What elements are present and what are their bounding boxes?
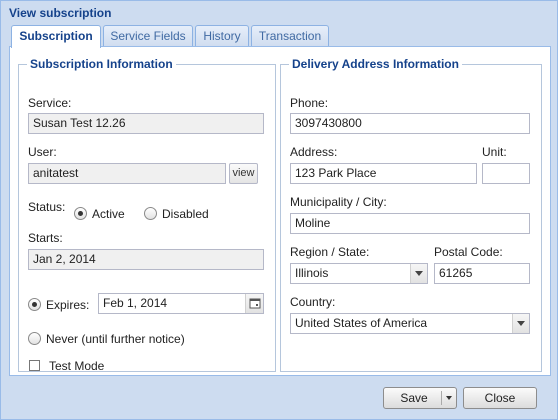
phone-label: Phone:: [290, 96, 329, 110]
subscription-info-group: Subscription Information Service: Susan …: [18, 57, 276, 373]
tab-service-fields[interactable]: Service Fields: [103, 25, 193, 47]
unit-label: Unit:: [482, 145, 507, 159]
expires-date-value: Feb 1, 2014: [103, 296, 168, 310]
tab-panel: Subscription Information Service: Susan …: [9, 46, 551, 376]
country-label: Country:: [290, 295, 336, 309]
test-mode-checkbox[interactable]: [29, 360, 40, 371]
status-disabled-label[interactable]: Disabled: [162, 207, 209, 221]
window-title: View subscription: [9, 6, 112, 20]
starts-label: Starts:: [28, 231, 63, 245]
never-radio[interactable]: [28, 332, 41, 345]
user-field[interactable]: anitatest: [28, 163, 226, 184]
split-divider: [441, 391, 442, 405]
save-button-label: Save: [400, 391, 428, 405]
country-select[interactable]: United States of America: [290, 313, 530, 334]
city-field[interactable]: Moline: [290, 213, 530, 234]
starts-field[interactable]: Jan 2, 2014: [28, 249, 264, 270]
tab-transaction[interactable]: Transaction: [251, 25, 329, 47]
region-select[interactable]: Illinois: [290, 263, 428, 284]
subscription-window: View subscription Subscription Service F…: [0, 0, 558, 420]
close-button[interactable]: Close: [463, 387, 537, 409]
service-label: Service:: [28, 96, 72, 110]
tab-subscription[interactable]: Subscription: [11, 25, 101, 48]
region-label: Region / State:: [290, 245, 370, 259]
city-label: Municipality / City:: [290, 195, 387, 209]
test-mode-label[interactable]: Test Mode: [49, 359, 104, 373]
address-field[interactable]: 123 Park Place: [290, 163, 477, 184]
status-active-radio[interactable]: [74, 207, 87, 220]
chevron-down-icon[interactable]: [446, 396, 452, 400]
country-value: United States of America: [295, 316, 428, 330]
chevron-down-icon[interactable]: [410, 264, 427, 283]
save-button[interactable]: Save: [383, 387, 457, 409]
status-active-label[interactable]: Active: [92, 207, 125, 221]
expires-radio[interactable]: [28, 298, 41, 311]
postal-field[interactable]: 61265: [434, 263, 530, 284]
region-value: Illinois: [295, 266, 329, 280]
service-field[interactable]: Susan Test 12.26: [28, 113, 264, 134]
chevron-down-icon[interactable]: [512, 314, 529, 333]
calendar-icon[interactable]: [245, 294, 263, 313]
delivery-info-legend: Delivery Address Information: [292, 57, 459, 71]
expires-date-field[interactable]: Feb 1, 2014: [98, 293, 264, 314]
status-label: Status:: [28, 200, 66, 214]
phone-field[interactable]: 3097430800: [290, 113, 530, 134]
subscription-info-legend: Subscription Information: [30, 57, 173, 71]
unit-field[interactable]: [482, 163, 530, 184]
expires-label[interactable]: Expires:: [46, 298, 89, 312]
postal-label: Postal Code:: [434, 245, 503, 259]
status-disabled-radio[interactable]: [144, 207, 157, 220]
never-label[interactable]: Never (until further notice): [46, 332, 185, 346]
view-user-button[interactable]: view: [229, 163, 258, 184]
tab-history[interactable]: History: [195, 25, 249, 47]
delivery-info-group: Delivery Address Information Phone: 3097…: [280, 57, 542, 372]
user-label: User:: [28, 145, 57, 159]
tab-strip: Subscription Service Fields History Tran…: [9, 25, 549, 48]
address-label: Address:: [290, 145, 338, 159]
